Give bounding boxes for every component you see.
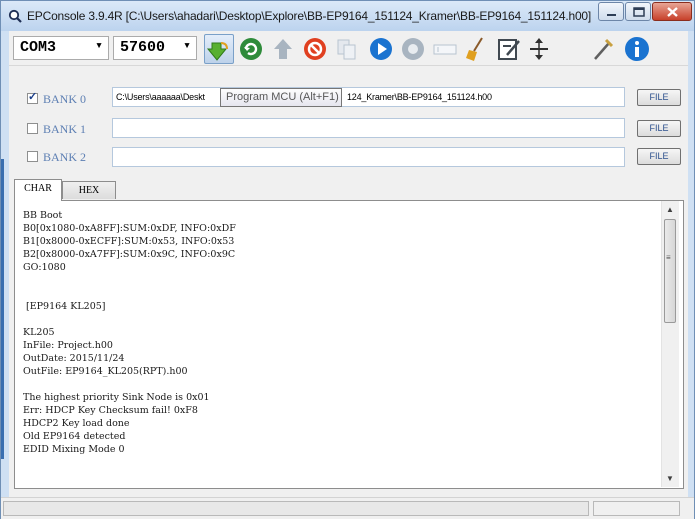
clear-button[interactable]: [462, 34, 492, 64]
scroll-up-icon[interactable]: ▲: [666, 205, 674, 214]
grip-icon: ≡: [666, 253, 671, 262]
bank-0-path-text-right: 124_Kramer\BB-EP9164_151124.h00: [347, 92, 492, 102]
edit-save-button[interactable]: [494, 34, 524, 64]
minimize-icon: [607, 14, 616, 16]
program-mcu-button[interactable]: [204, 34, 234, 64]
close-button[interactable]: [652, 2, 692, 21]
tools-button[interactable]: [588, 34, 618, 64]
refresh-button[interactable]: [236, 34, 266, 64]
upload-button[interactable]: [268, 34, 298, 64]
status-pane-secondary: [593, 501, 680, 516]
resize-vertical-icon: [530, 38, 548, 60]
status-pane-main: [3, 501, 589, 516]
tab-char[interactable]: CHAR: [14, 179, 62, 201]
title-bar[interactable]: EPConsole 3.9.4R [C:\Users\ahadari\Deskt…: [1, 1, 694, 31]
bank-2-label: BANK 2: [43, 150, 87, 164]
magnifier-app-icon: [8, 9, 22, 23]
app-window: EPConsole 3.9.4R [C:\Users\ahadari\Deskt…: [0, 0, 695, 519]
scroll-down-icon[interactable]: ▼: [666, 474, 674, 483]
input-box-button[interactable]: [430, 34, 460, 64]
bank-2-checkbox[interactable]: [27, 151, 38, 162]
status-bar: [1, 497, 694, 519]
bank-0-path-field[interactable]: C:\Users\aaaaaa\Deskt 124_Kramer\BB-EP91…: [112, 87, 625, 107]
port-value: COM3: [20, 39, 57, 56]
stop-button[interactable]: [300, 34, 330, 64]
tab-hex[interactable]: HEX: [62, 181, 116, 199]
info-icon: [625, 37, 649, 61]
console-output[interactable]: BB Boot B0[0x1080-0xA8FF]:SUM:0xDF, INFO…: [14, 200, 684, 489]
output-tabs: CHAR HEX BB Boot B0[0x1080-0xA8FF]:SUM:0…: [14, 179, 684, 489]
bank-1-path-field[interactable]: [112, 118, 625, 138]
scroll-thumb[interactable]: [664, 219, 676, 323]
baud-select[interactable]: 57600 ▾: [113, 36, 197, 60]
bank-0-path-text-left: C:\Users\aaaaaa\Deskt: [116, 92, 205, 102]
program-mcu-icon: [206, 42, 228, 61]
bank-2-path-field[interactable]: [112, 147, 625, 167]
maximize-button[interactable]: [625, 2, 651, 21]
bank-2-file-button[interactable]: FILE: [637, 148, 681, 165]
bank-1-file-button[interactable]: FILE: [637, 120, 681, 137]
stop-icon: [304, 38, 326, 60]
console-text: BB Boot B0[0x1080-0xA8FF]:SUM:0xDF, INFO…: [23, 210, 236, 455]
magic-wand-icon: [594, 38, 614, 60]
upload-icon: [274, 39, 292, 59]
minimize-button[interactable]: [598, 2, 624, 21]
input-box-icon: [433, 44, 457, 55]
broom-icon: [466, 37, 483, 61]
record-button[interactable]: [398, 34, 428, 64]
tooltip: Program MCU (Alt+F1): [220, 88, 342, 107]
vertical-scrollbar[interactable]: ▲ ≡ ▼: [661, 201, 679, 487]
toolbar: COM3 ▾ 57600 ▾: [9, 31, 688, 66]
frame-accent: [1, 159, 4, 459]
bank-1-checkbox[interactable]: [27, 123, 38, 134]
baud-value: 57600: [120, 39, 166, 56]
chevron-down-icon[interactable]: ▾: [183, 38, 191, 53]
checkmark-icon: ✓: [28, 91, 38, 103]
chevron-down-icon[interactable]: ▾: [95, 38, 103, 53]
bank-0-checkbox[interactable]: ✓: [27, 91, 38, 104]
port-select[interactable]: COM3 ▾: [13, 36, 109, 60]
refresh-icon: [240, 38, 262, 60]
info-button[interactable]: [622, 34, 652, 64]
play-icon: [370, 38, 392, 60]
copy-icon: [337, 39, 356, 60]
bank-0-label: BANK 0: [43, 92, 87, 106]
edit-save-icon: [498, 39, 520, 60]
window-frame-left: [1, 31, 9, 497]
play-button[interactable]: [366, 34, 396, 64]
close-icon: [667, 7, 678, 17]
record-icon: [402, 38, 424, 60]
bank-0-file-button[interactable]: FILE: [637, 89, 681, 106]
window-title: EPConsole 3.9.4R [C:\Users\ahadari\Deskt…: [27, 9, 592, 23]
bank-1-label: BANK 1: [43, 122, 87, 136]
tooltip-text: Program MCU (Alt+F1): [226, 91, 339, 103]
maximize-icon: [633, 7, 645, 17]
resize-button[interactable]: [524, 34, 554, 64]
copy-button[interactable]: [332, 34, 362, 64]
